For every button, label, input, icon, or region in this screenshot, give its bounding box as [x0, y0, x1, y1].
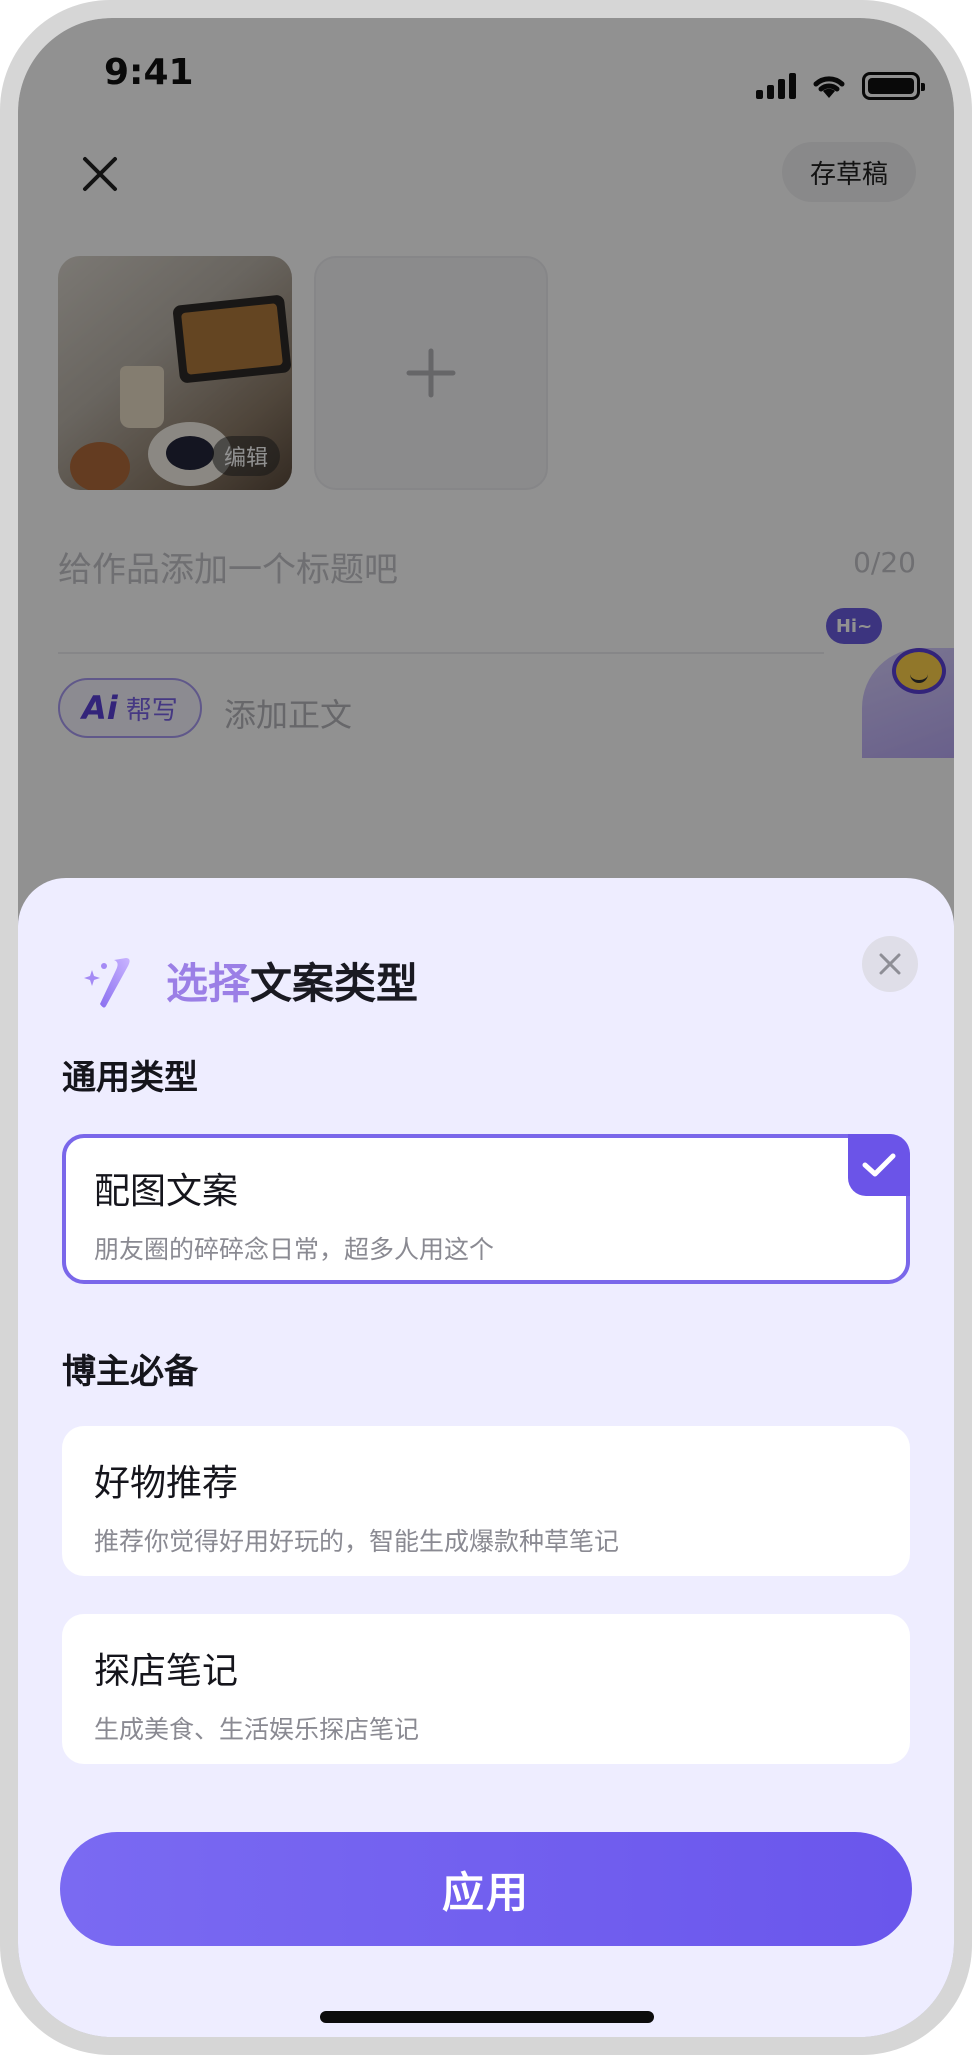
selected-badge	[848, 1134, 910, 1196]
check-icon	[862, 1153, 896, 1177]
option-card-store-visit[interactable]: 探店笔记 生成美食、生活娱乐探店笔记	[62, 1614, 910, 1764]
close-sheet-button[interactable]	[862, 936, 918, 992]
phone-frame: 9:41 存草稿 编辑 给作品添加一个标题吧 0/20 Ai 帮写 添加正文 H…	[0, 0, 972, 2055]
copy-type-sheet: 选择文案类型 通用类型 配图文案 朋友圈的碎碎念日常，超多人用这个 博主必备 好…	[18, 878, 954, 2037]
option-desc: 推荐你觉得好用好玩的，智能生成爆款种草笔记	[94, 1527, 620, 1556]
sheet-title-rest: 文案类型	[250, 959, 419, 1008]
section-label-general: 通用类型	[62, 1058, 198, 1098]
home-indicator	[320, 2011, 654, 2023]
magic-wand-icon	[84, 958, 130, 1008]
option-title: 配图文案	[94, 1171, 239, 1212]
apply-button[interactable]: 应用	[60, 1832, 912, 1946]
option-title: 好物推荐	[94, 1463, 239, 1504]
sheet-title: 选择文案类型	[166, 950, 418, 1011]
option-card-image-caption[interactable]: 配图文案 朋友圈的碎碎念日常，超多人用这个	[62, 1134, 910, 1284]
option-title: 探店笔记	[94, 1651, 239, 1692]
close-icon	[879, 953, 901, 975]
option-desc: 朋友圈的碎碎念日常，超多人用这个	[94, 1235, 495, 1264]
sheet-title-highlight: 选择	[166, 959, 251, 1008]
section-label-blogger: 博主必备	[62, 1352, 198, 1392]
option-card-product-recommend[interactable]: 好物推荐 推荐你觉得好用好玩的，智能生成爆款种草笔记	[62, 1426, 910, 1576]
option-desc: 生成美食、生活娱乐探店笔记	[94, 1715, 420, 1744]
phone-screen: 9:41 存草稿 编辑 给作品添加一个标题吧 0/20 Ai 帮写 添加正文 H…	[18, 18, 954, 2037]
